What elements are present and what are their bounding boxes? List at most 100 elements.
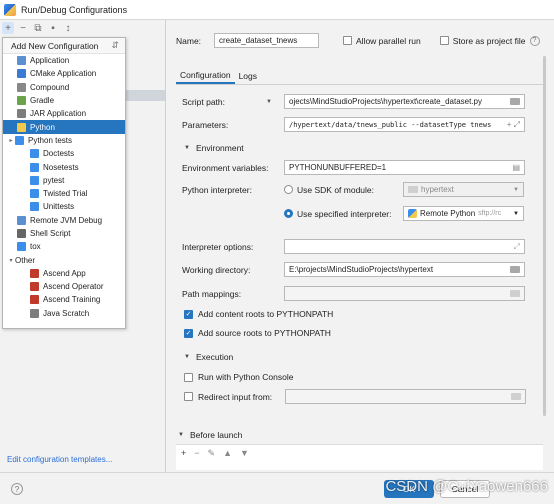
config-type-label: Unittests [43,202,75,212]
specified-radio[interactable] [284,209,293,218]
config-type-item[interactable]: Doctests [3,147,125,160]
chevron-down-icon[interactable]: ▼ [266,99,284,105]
tab-logs[interactable]: Logs [235,68,261,84]
redirect-input[interactable] [285,389,526,404]
config-type-item[interactable]: Python [3,120,125,134]
config-type-item[interactable]: Unittests [3,200,125,213]
config-type-item[interactable]: Ascend App [3,267,125,280]
expand-icon[interactable]: + ⤢ [507,120,520,130]
remove-icon[interactable]: − [17,22,29,34]
chevron-down-icon: ▼ [178,432,184,438]
folder-icon[interactable] [510,98,520,105]
chevron-icon[interactable]: ▸ [7,137,15,144]
config-type-item[interactable]: Gradle [3,94,125,107]
config-type-icon [17,229,26,238]
add-icon[interactable]: + [181,448,186,459]
interp-options-input[interactable]: ⤢ [284,239,525,254]
workdir-label: Working directory: [182,264,251,275]
redirect-checkbox[interactable] [184,392,193,401]
execution-header: Execution [195,352,234,362]
path-mappings-input[interactable] [284,286,525,301]
content-roots-checkbox[interactable]: ✓ [184,309,193,319]
store-project-label: Store as project file [452,35,526,46]
up-icon[interactable]: ▲ [223,448,232,459]
config-type-item[interactable]: Shell Script [3,227,125,240]
run-console-checkbox[interactable] [184,372,193,382]
before-launch-section[interactable]: ▼ Before launch [178,430,242,440]
sdk-radio[interactable] [284,185,293,194]
redirect-label: Redirect input from: [198,391,273,402]
chevron-icon[interactable]: ▾ [7,257,15,264]
before-launch-toolbar: + − ✎ ▲ ▼ [176,445,543,462]
execution-section[interactable]: ▼ Execution [184,352,233,362]
params-input[interactable]: /hypertext/data/tnews_public --datasetTy… [284,117,525,132]
config-type-item[interactable]: Java Scratch [3,307,125,320]
watermark: CSDN @CuiYaowen666 [385,478,548,495]
environment-section[interactable]: ▼ Environment [184,143,244,153]
tab-configuration[interactable]: Configuration [176,68,235,84]
config-type-label: Ascend Training [43,295,101,305]
config-type-label: Java Scratch [43,308,90,318]
collapse-icon[interactable]: ⇵ [111,40,119,51]
copy-icon[interactable]: ⧉ [32,22,44,34]
script-path-input[interactable]: ojects\MindStudioProjects\hypertext\crea… [284,94,525,109]
chevron-down-icon: ▼ [513,186,519,193]
edit-templates-link[interactable]: Edit configuration templates... [7,455,112,464]
config-type-item[interactable]: Application [3,54,125,67]
store-project-checkbox[interactable] [439,36,449,45]
interpreter-dropdown[interactable]: Remote Python sftp://rc ▼ [403,206,524,221]
config-type-item[interactable]: Remote JVM Debug [3,214,125,227]
down-icon[interactable]: ▼ [240,448,249,459]
config-type-label: Application [30,56,70,66]
config-type-item[interactable]: Ascend Operator [3,280,125,293]
title-bar: Run/Debug Configurations [0,0,554,20]
workdir-value: E:\projects\MindStudioProjects\hypertext [289,265,434,274]
sort-icon[interactable]: ↕ [62,22,74,34]
sdk-dropdown[interactable]: hypertext ▼ [403,182,524,197]
config-type-label: Twisted Trial [43,189,88,199]
workdir-row: Working directory: E:\projects\MindStudi… [182,262,525,277]
add-icon[interactable]: + [2,22,14,34]
config-type-item[interactable]: Nosetests [3,160,125,173]
chevron-down-icon: ▼ [513,210,519,217]
config-type-item[interactable]: Ascend Training [3,293,125,306]
config-type-icon [30,149,39,159]
config-type-item[interactable]: tox [3,240,125,253]
run-console-label: Run with Python Console [198,372,294,382]
config-type-item[interactable]: ▸ Python tests [3,134,125,147]
config-type-item[interactable]: Compound [3,81,125,94]
workdir-input[interactable]: E:\projects\MindStudioProjects\hypertext [284,262,525,277]
params-label: Parameters: [182,119,229,130]
window-title: Run/Debug Configurations [21,4,128,15]
interp-options-row: Interpreter options: ⤢ [182,239,525,254]
sdk-label: Use SDK of module: [297,184,375,195]
config-type-icon [30,268,39,278]
config-type-label: CMake Application [30,69,97,79]
env-input[interactable]: PYTHONUNBUFFERED=1 ▤ [284,160,525,175]
folder-icon[interactable] [511,393,521,400]
config-type-item[interactable]: pytest [3,174,125,187]
remove-icon[interactable]: − [194,448,199,459]
scrollbar[interactable] [543,56,546,416]
document-icon[interactable]: ▤ [512,163,520,172]
help-icon[interactable]: ? [11,483,23,495]
content-roots-label: Add content roots to PYTHONPATH [198,309,334,319]
config-type-item[interactable]: JAR Application [3,107,125,120]
source-roots-checkbox[interactable]: ✓ [184,328,193,338]
config-type-item[interactable]: CMake Application [3,67,125,80]
expand-icon[interactable]: ⤢ [514,242,520,252]
env-row: Environment variables: PYTHONUNBUFFERED=… [182,160,525,175]
add-configuration-popup: Add New Configuration ⇵ Application CMake… [2,37,126,329]
name-input[interactable]: create_dataset_tnews [214,33,319,48]
folder-icon[interactable] [510,290,520,297]
folder-icon[interactable] [510,266,520,273]
edit-icon[interactable]: ✎ [208,448,216,459]
allow-parallel-checkbox[interactable] [343,36,352,45]
config-type-item[interactable]: Twisted Trial [3,187,125,200]
config-type-label: Remote JVM Debug [30,215,103,225]
config-type-item[interactable]: ▾ Other [3,253,125,266]
folder-icon[interactable]: ▪ [47,22,59,34]
help-icon[interactable]: ? [529,35,540,46]
config-type-icon [15,135,24,145]
selected-config-row[interactable] [126,90,165,101]
